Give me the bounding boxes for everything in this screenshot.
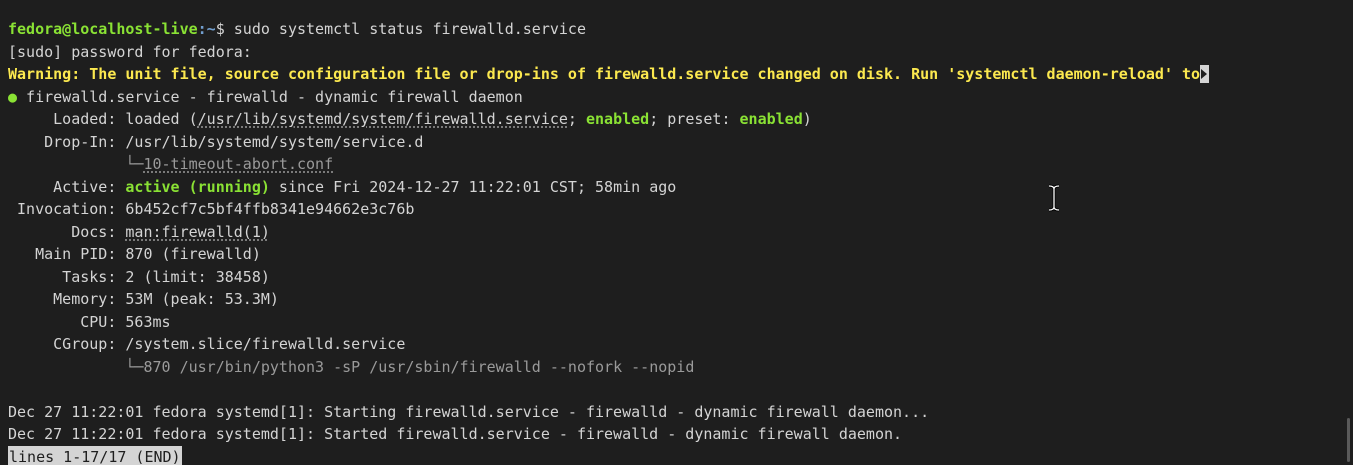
cgroup-process-line: └─870 /usr/bin/python3 -sP /usr/sbin/fir… bbox=[8, 356, 1353, 379]
preset-state: enabled bbox=[739, 110, 803, 128]
status-bullet-icon: ● bbox=[8, 87, 18, 106]
tree-branch: └─ bbox=[8, 357, 144, 376]
service-header: ● firewalld.service - firewalld - dynami… bbox=[8, 86, 1353, 109]
unit-file-link[interactable]: /usr/lib/systemd/system/firewalld.servic… bbox=[198, 110, 568, 128]
service-title: firewalld.service - firewalld - dynamic … bbox=[17, 87, 523, 106]
cgroup-process: 870 /usr/bin/python3 -sP /usr/sbin/firew… bbox=[143, 357, 695, 376]
cpu-label: CPU: bbox=[8, 312, 126, 331]
cgroup-label: CGroup: bbox=[8, 335, 126, 353]
enabled-state: enabled bbox=[585, 110, 650, 128]
main-pid-label: Main PID: bbox=[8, 245, 126, 263]
memory-line: Memory: 53M (peak: 53.3M) bbox=[8, 288, 1353, 311]
loaded-line: Loaded: loaded (/usr/lib/systemd/system/… bbox=[8, 108, 1353, 131]
warning-text: Warning: The unit file, source configura… bbox=[8, 65, 1201, 83]
tree-branch: └─ bbox=[8, 155, 144, 173]
active-since: since Fri 2024-12-27 11:22:01 CST; 58min… bbox=[269, 177, 677, 196]
dropin-label: Drop-In: bbox=[8, 132, 126, 151]
invocation-label: Invocation: bbox=[8, 200, 126, 218]
cgroup-line: CGroup: /system.slice/firewalld.service bbox=[8, 333, 1353, 356]
dropin-line: Drop-In: /usr/lib/systemd/system/service… bbox=[8, 131, 1353, 154]
docs-link[interactable]: man:firewalld(1) bbox=[125, 223, 270, 241]
tasks-label: Tasks: bbox=[8, 267, 126, 286]
scrollbar[interactable] bbox=[1347, 418, 1350, 462]
docs-line: Docs: man:firewalld(1) bbox=[8, 221, 1353, 244]
cpu-line: CPU: 563ms bbox=[8, 311, 1353, 334]
i-beam-cursor-icon bbox=[1048, 184, 1060, 212]
docs-label: Docs: bbox=[8, 222, 126, 241]
log-line: Dec 27 11:22:01 fedora systemd[1]: Start… bbox=[8, 425, 903, 443]
prompt-user-host: fedora@localhost-live bbox=[8, 20, 198, 38]
loaded-pre: loaded ( bbox=[125, 110, 198, 128]
tasks-line: Tasks: 2 (limit: 38458) bbox=[8, 266, 1353, 289]
invocation-value: 6b452cf7c5bf4ffb8341e94662e3c76b bbox=[125, 200, 415, 218]
cgroup-value: /system.slice/firewalld.service bbox=[125, 335, 406, 353]
loaded-post: ) bbox=[802, 110, 812, 128]
main-pid-value: 870 (firewalld) bbox=[125, 245, 261, 263]
terminal-window[interactable]: fedora@localhost-live:~$ sudo systemctl … bbox=[0, 0, 1353, 465]
invocation-line: Invocation: 6b452cf7c5bf4ffb8341e94662e3… bbox=[8, 198, 1353, 221]
main-pid-line: Main PID: 870 (firewalld) bbox=[8, 243, 1353, 266]
tasks-value: 2 (limit: 38458) bbox=[125, 267, 270, 286]
warning-line: Warning: The unit file, source configura… bbox=[8, 63, 1353, 86]
memory-label: Memory: bbox=[8, 290, 126, 308]
active-state: active (running) bbox=[125, 177, 270, 196]
active-line: Active: active (running) since Fri 2024-… bbox=[8, 176, 1353, 199]
log-line: Dec 27 11:22:01 fedora systemd[1]: Start… bbox=[8, 402, 930, 421]
dropin-file-link[interactable]: 10-timeout-abort.conf bbox=[143, 155, 333, 173]
cpu-value: 563ms bbox=[125, 312, 171, 331]
dropin-file-line: └─10-timeout-abort.conf bbox=[8, 153, 1353, 176]
sudo-prompt: [sudo] password for fedora: bbox=[8, 42, 252, 61]
loaded-sep2: ; preset: bbox=[649, 110, 740, 128]
pager-status: lines 1-17/17 (END) bbox=[8, 445, 182, 465]
active-label: Active: bbox=[8, 177, 126, 196]
command-text: sudo systemctl status firewalld.service bbox=[224, 20, 586, 38]
loaded-sep1: ; bbox=[567, 110, 586, 128]
dropin-dir: /usr/lib/systemd/system/service.d bbox=[125, 132, 424, 151]
memory-value: 53M (peak: 53.3M) bbox=[125, 290, 279, 308]
right-arrow-icon bbox=[1200, 65, 1210, 83]
pager-status-line[interactable]: lines 1-17/17 (END) bbox=[8, 445, 1353, 465]
prompt-symbol: $ bbox=[215, 20, 225, 38]
loaded-label: Loaded: bbox=[8, 110, 126, 128]
prompt-path: :~ bbox=[197, 20, 216, 38]
command-line: fedora@localhost-live:~$ sudo systemctl … bbox=[8, 18, 1353, 41]
